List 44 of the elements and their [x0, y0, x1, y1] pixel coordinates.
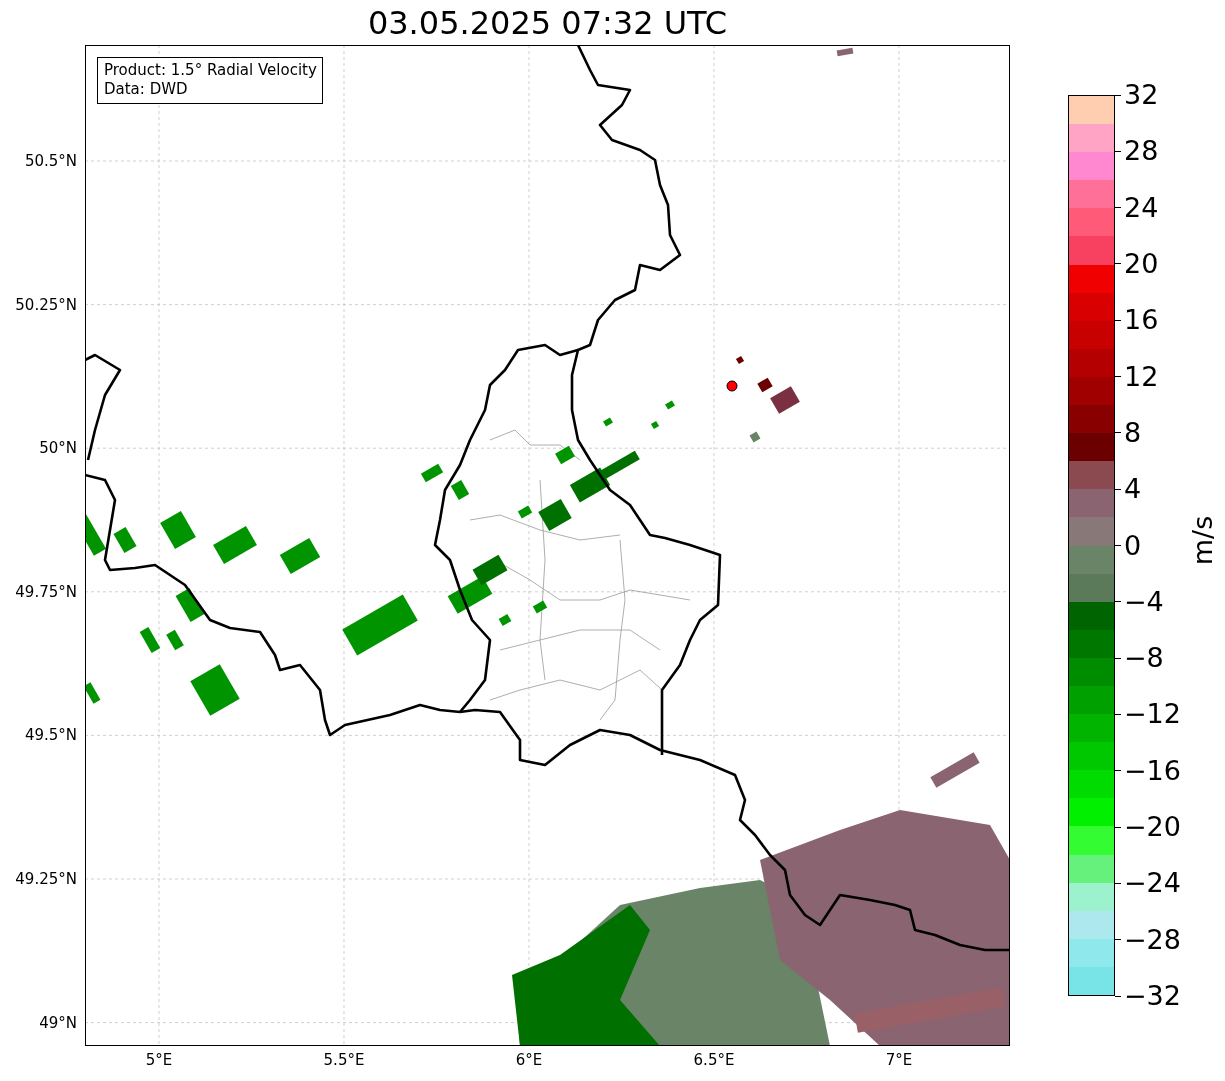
tick-label: 5°E [145, 1051, 173, 1069]
tick-label: 49.25°N [15, 870, 77, 888]
tick-label: 16 [1124, 305, 1159, 336]
radar-echo [517, 505, 533, 519]
plot-title: 03.05.2025 07:32 UTC [366, 4, 729, 42]
tick-label: 4 [1124, 474, 1142, 505]
tick-label: 24 [1124, 192, 1159, 223]
radar-echo [836, 47, 854, 57]
tick-label: 32 [1124, 80, 1159, 110]
tick-label: −4 [1124, 586, 1164, 617]
radar-echo [498, 614, 512, 626]
tick-label: 5.5°E [323, 1051, 365, 1069]
radar-echo [139, 627, 161, 653]
tick-label: 50.5°N [24, 152, 77, 170]
tick-label: 7°E [885, 1051, 913, 1069]
tick-label: −28 [1124, 924, 1181, 955]
tick-label: 12 [1124, 361, 1159, 392]
tick-label: 28 [1124, 136, 1159, 167]
tick-label: 50.25°N [15, 295, 77, 314]
tick-label: 8 [1124, 417, 1142, 448]
tick-label: 20 [1124, 248, 1159, 279]
radar-echo [532, 600, 548, 614]
tick-label: −20 [1124, 812, 1181, 843]
radar-echo [603, 417, 613, 427]
tick-label: −16 [1124, 755, 1181, 786]
tick-label: 49.75°N [15, 582, 77, 601]
tick-label: −32 [1124, 981, 1181, 1011]
tick-label: −24 [1124, 868, 1181, 899]
radar-echo [450, 480, 470, 500]
tick-label: 49°N [39, 1013, 77, 1032]
tick-label: 0 [1124, 530, 1142, 561]
tick-label: −12 [1124, 699, 1181, 730]
tick-label: 6.5°E [693, 1051, 735, 1069]
tick-label: 6°E [515, 1051, 543, 1069]
info-text: Data: DWD [104, 80, 189, 99]
radar-echo [735, 355, 745, 365]
radar-echo [555, 445, 575, 465]
info-text: Product: 1.5° Radial Velocity [104, 61, 317, 80]
tick-label: 49.5°N [24, 726, 77, 745]
radar-echo [749, 431, 761, 443]
axis-label: m/s [1187, 515, 1219, 566]
tick-label: −8 [1124, 643, 1164, 674]
tick-label: 50°N [39, 439, 77, 458]
radar-echo [85, 514, 107, 556]
